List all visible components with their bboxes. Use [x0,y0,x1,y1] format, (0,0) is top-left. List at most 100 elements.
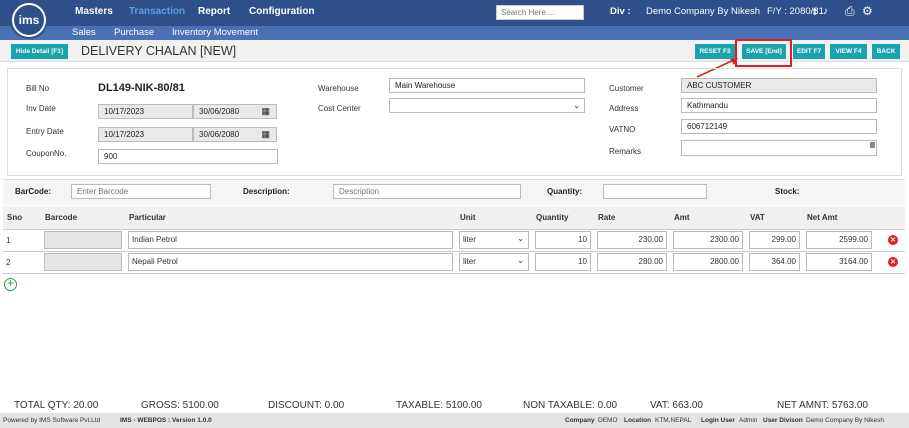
row-net-amt: 3164.00 [806,253,872,271]
table-header: Sno Barcode Particular Unit Quantity Rat… [3,206,905,230]
login-user-value: Admin [739,417,758,424]
bell-icon[interactable]: ♪ [823,6,828,17]
delete-row-icon[interactable]: ✕ [888,257,898,267]
calendar-icon[interactable]: ▦ [261,106,270,117]
total-net: NET AMNT: 5763.00 [777,400,868,411]
div-value: Demo Company By Nikesh [646,6,761,17]
col-action [875,206,905,230]
stock-label: Stock: [775,187,800,196]
table-row: 2 Nepali Petrol liter ⌄ 10 280.00 2800.00… [3,251,905,274]
bill-no-label: Bill No [26,84,50,93]
row-quantity-input[interactable]: 10 [535,253,591,271]
total-non-taxable: NON TAXABLE: 0.00 [523,400,618,411]
row-barcode-input[interactable] [44,253,122,271]
row-amt: 2300.00 [673,231,743,249]
hide-detail-button[interactable]: Hide Detail [F1] [11,44,68,59]
table-row: 1 Indian Petrol liter ⌄ 10 230.00 2300.00… [3,229,905,252]
fy-toggle-icon[interactable]: ⇕ [811,7,819,18]
row-net-amt: 2599.00 [806,231,872,249]
row-barcode-input[interactable] [44,231,122,249]
div-label: Div : [610,6,631,17]
total-taxable: TAXABLE: 5100.00 [396,400,482,411]
col-particular: Particular [125,206,456,230]
row-unit-select[interactable]: liter ⌄ [459,253,529,271]
total-gross: GROSS: 5100.00 [141,400,219,411]
customer-input[interactable]: ABC CUSTOMER [681,78,877,93]
delete-row-icon[interactable]: ✕ [888,235,898,245]
inv-date-label: Inv Date [26,104,56,113]
powered-by: Powered by IMS Software Pvt.Ltd [3,417,101,424]
remarks-textarea[interactable] [681,140,877,156]
top-nav: Masters Transaction Report Configuration… [0,0,909,26]
division-value: Demo Company By Nikesh [806,417,885,424]
submenu-sales[interactable]: Sales [72,27,96,38]
printer-icon[interactable]: ⎙ [845,4,855,19]
row-rate-input[interactable]: 230.00 [597,231,667,249]
col-net-amt: Net Amt [803,206,875,230]
row-quantity-input[interactable]: 10 [535,231,591,249]
cost-center-label: Cost Center [318,104,361,113]
menu-transaction[interactable]: Transaction [129,6,185,17]
scrollbar[interactable] [870,142,875,148]
company-label: Company [565,417,595,424]
warehouse-input[interactable]: Main Warehouse [389,78,585,93]
view-button[interactable]: VIEW F4 [830,44,867,59]
coupon-label: CouponNo. [26,149,67,158]
col-unit: Unit [456,206,532,230]
coupon-input[interactable]: 900 [98,149,278,164]
entry-date-label: Entry Date [26,127,64,136]
row-vat: 299.00 [749,231,800,249]
entry-date-bs-input[interactable]: 30/06/2080 ▦ [193,127,277,142]
inv-date-bs-input[interactable]: 30/06/2080 ▦ [193,104,277,119]
description-label: Description: [243,187,290,196]
col-sno: Sno [3,206,41,230]
total-vat: VAT: 663.00 [650,400,703,411]
row-sno: 1 [3,229,41,252]
total-discount: DISCOUNT: 0.00 [268,400,345,411]
customer-label: Customer [609,84,644,93]
description-input[interactable] [333,184,521,199]
menu-masters[interactable]: Masters [75,6,113,17]
col-quantity: Quantity [532,206,594,230]
barcode-label: BarCode: [15,187,52,196]
address-label: Address [609,104,639,113]
vat-label: VATNO [609,125,636,134]
quantity-input[interactable] [603,184,707,199]
calendar-icon[interactable]: ▦ [261,129,270,140]
version: IMS - WEBPOS : Version 1.0.0 [120,417,212,424]
row-particular-input[interactable]: Indian Petrol [128,231,453,249]
row-unit-select[interactable]: liter ⌄ [459,231,529,249]
row-rate-input[interactable]: 280.00 [597,253,667,271]
edit-button[interactable]: EDIT F7 [793,44,825,59]
submenu-inventory-movement[interactable]: Inventory Movement [172,27,258,38]
footer: Powered by IMS Software Pvt.Ltd IMS - WE… [0,413,909,428]
logo-text: ims [14,5,44,35]
inv-date-bs: 30/06/2080 [199,107,240,116]
submenu-purchase[interactable]: Purchase [114,27,154,38]
cost-center-select[interactable]: ⌄ [389,98,585,113]
back-button[interactable]: BACK [872,44,900,59]
location-value: KTM,NEPAL [655,417,692,424]
chevron-down-icon: ⌄ [517,256,524,265]
menu-configuration[interactable]: Configuration [249,6,315,17]
barcode-input[interactable] [71,184,211,199]
row-particular-input[interactable]: Nepali Petrol [128,253,453,271]
totals-bar: TOTAL QTY: 20.00 GROSS: 5100.00 DISCOUNT… [0,399,909,413]
row-sno: 2 [3,251,41,274]
items-table: Sno Barcode Particular Unit Quantity Rat… [3,206,905,274]
row-unit: liter [463,257,476,266]
col-rate: Rate [594,206,670,230]
add-row-icon[interactable]: + [4,277,17,291]
row-vat: 364.00 [749,253,800,271]
chevron-down-icon: ⌄ [517,234,524,243]
search-input[interactable] [496,5,584,20]
remarks-label: Remarks [609,147,642,156]
vat-input[interactable]: 606712149 [681,119,877,134]
entry-date-input[interactable]: 10/17/2023 [98,127,193,142]
gear-icon[interactable]: ⚙ [862,4,873,18]
total-qty: TOTAL QTY: 20.00 [14,400,99,411]
address-input[interactable]: Kathmandu [681,98,877,113]
inv-date-input[interactable]: 10/17/2023 [98,104,193,119]
entry-date-bs: 30/06/2080 [199,130,240,139]
menu-report[interactable]: Report [198,6,230,17]
